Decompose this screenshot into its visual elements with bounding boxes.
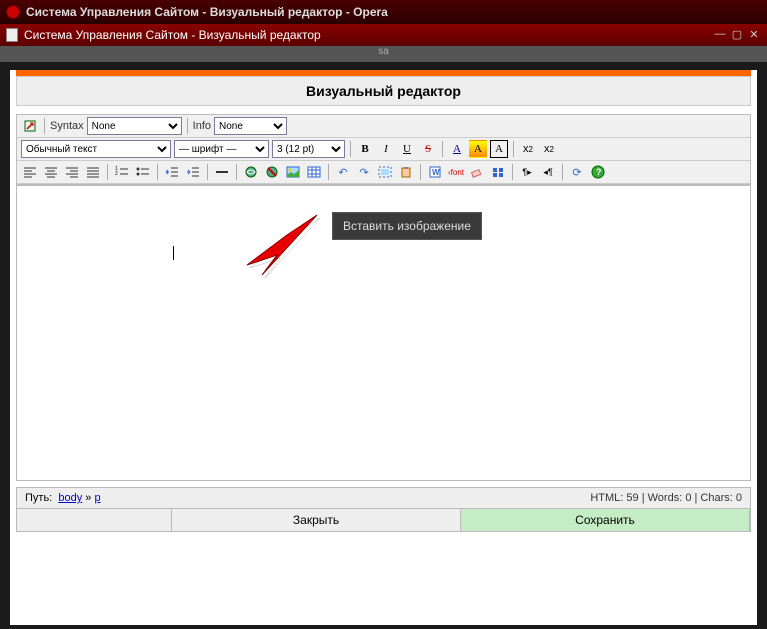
unlink-icon[interactable] <box>263 163 281 181</box>
underline-button[interactable]: U <box>398 140 416 158</box>
separator <box>350 141 351 157</box>
separator <box>187 118 188 134</box>
path-sep: » <box>85 492 91 504</box>
arrow-pointer-icon <box>232 200 332 300</box>
ltr-icon[interactable]: ¶▸ <box>518 163 536 181</box>
undo-icon[interactable]: ↶ <box>334 163 352 181</box>
bold-button[interactable]: B <box>356 140 374 158</box>
toolbar-row-2: Обычный текст — шрифт — 3 (12 pt) B I U … <box>17 138 750 161</box>
text-box-button[interactable]: A <box>490 140 508 158</box>
size-select[interactable]: 3 (12 pt) <box>272 140 345 158</box>
separator <box>512 164 513 180</box>
image-icon[interactable] <box>284 163 302 181</box>
path-body-link[interactable]: body <box>58 492 82 504</box>
editor-canvas[interactable]: Вставить изображение <box>16 185 751 481</box>
select-all-icon[interactable] <box>376 163 394 181</box>
separator <box>513 141 514 157</box>
status-bar: Путь: body » p HTML: 59 | Words: 0 | Cha… <box>16 487 751 509</box>
align-justify-icon[interactable] <box>84 163 102 181</box>
document-icon <box>6 28 18 42</box>
separator <box>562 164 563 180</box>
paste-word-icon[interactable]: W <box>426 163 444 181</box>
subscript-button[interactable]: x2 <box>519 140 537 158</box>
browser-title: Система Управления Сайтом - Визуальный р… <box>26 5 388 19</box>
spacer <box>17 509 172 531</box>
bottom-buttons: Закрыть Сохранить <box>16 509 751 532</box>
link-icon[interactable] <box>242 163 260 181</box>
close-window-button[interactable]: ✕ <box>747 28 761 42</box>
browser-titlebar: Система Управления Сайтом - Визуальный р… <box>0 0 767 24</box>
redo-icon[interactable]: ↷ <box>355 163 373 181</box>
svg-text:‹font›: ‹font› <box>448 168 464 177</box>
tooltip: Вставить изображение <box>332 212 482 240</box>
separator <box>44 118 45 134</box>
minimize-button[interactable]: — <box>713 28 727 42</box>
document-titlebar: Система Управления Сайтом - Визуальный р… <box>0 24 767 46</box>
toolbar-row-3: 12 ↶ ↷ W ‹font› <box>17 161 750 184</box>
align-center-icon[interactable] <box>42 163 60 181</box>
superscript-button[interactable]: x2 <box>540 140 558 158</box>
sa-bar: sa <box>0 46 767 62</box>
path-label: Путь: <box>25 492 52 504</box>
hr-icon[interactable] <box>213 163 231 181</box>
info-label: Info <box>193 120 211 132</box>
font-tag-icon[interactable]: ‹font› <box>447 163 465 181</box>
separator <box>157 164 158 180</box>
eraser-icon[interactable] <box>468 163 486 181</box>
outdent-icon[interactable] <box>163 163 181 181</box>
italic-button[interactable]: I <box>377 140 395 158</box>
separator <box>107 164 108 180</box>
indent-icon[interactable] <box>184 163 202 181</box>
path-p-link[interactable]: p <box>94 492 100 504</box>
text-cursor <box>173 246 174 260</box>
font-color-button[interactable]: A <box>448 140 466 158</box>
editor-toolbars: Syntax None Info None Обычный текст — шр… <box>16 114 751 185</box>
document-title: Система Управления Сайтом - Визуальный р… <box>24 28 710 42</box>
grid-icon[interactable] <box>489 163 507 181</box>
rtl-icon[interactable]: ◂¶ <box>539 163 557 181</box>
path-breadcrumb: Путь: body » p <box>25 492 590 504</box>
status-counts: HTML: 59 | Words: 0 | Chars: 0 <box>590 492 742 504</box>
unordered-list-icon[interactable] <box>134 163 152 181</box>
bg-color-button[interactable]: A <box>469 140 487 158</box>
help-icon[interactable]: ? <box>589 163 607 181</box>
toolbar-row-1: Syntax None Info None <box>17 115 750 138</box>
separator <box>442 141 443 157</box>
maximize-button[interactable]: ▢ <box>730 28 744 42</box>
table-icon[interactable] <box>305 163 323 181</box>
save-button[interactable]: Сохранить <box>461 509 750 531</box>
separator <box>328 164 329 180</box>
clipboard-icon[interactable] <box>397 163 415 181</box>
info-select[interactable]: None <box>214 117 287 135</box>
ordered-list-icon[interactable]: 12 <box>113 163 131 181</box>
svg-text:W: W <box>432 168 440 177</box>
svg-text:2: 2 <box>115 171 118 177</box>
separator <box>207 164 208 180</box>
syntax-label: Syntax <box>50 120 84 132</box>
svg-text:?: ? <box>596 167 602 177</box>
separator <box>420 164 421 180</box>
align-right-icon[interactable] <box>63 163 81 181</box>
refresh-icon[interactable]: ⟳ <box>568 163 586 181</box>
font-select[interactable]: — шрифт — <box>174 140 269 158</box>
separator <box>236 164 237 180</box>
expand-icon[interactable] <box>21 117 39 135</box>
format-select[interactable]: Обычный текст <box>21 140 171 158</box>
workspace: Визуальный редактор Syntax None Info Non… <box>10 70 757 625</box>
syntax-select[interactable]: None <box>87 117 182 135</box>
opera-icon <box>6 5 20 19</box>
align-left-icon[interactable] <box>21 163 39 181</box>
page-title: Визуальный редактор <box>16 76 751 106</box>
strike-button[interactable]: S <box>419 140 437 158</box>
close-button[interactable]: Закрыть <box>172 509 461 531</box>
